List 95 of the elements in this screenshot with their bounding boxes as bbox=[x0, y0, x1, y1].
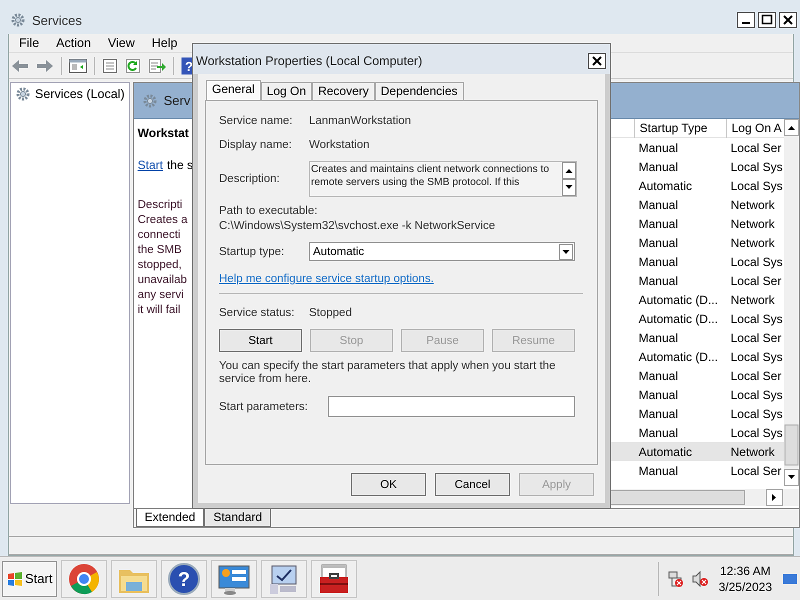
help-link[interactable]: Help me configure service startup options. bbox=[219, 273, 583, 285]
table-cell-text: Local Ser bbox=[730, 330, 782, 344]
table-cell-text: Local Sys bbox=[730, 312, 784, 326]
table-cell-text: Local Ser bbox=[730, 464, 782, 478]
clock-time[interactable]: 12:36 AM bbox=[720, 562, 771, 578]
field-label: Description: bbox=[219, 173, 281, 185]
table-cell-text: Automatic (D... bbox=[638, 350, 719, 364]
field-label: Path to executable: bbox=[219, 205, 318, 217]
properties-icon[interactable] bbox=[102, 58, 118, 74]
table-cell-text: Local Ser bbox=[730, 140, 782, 154]
table-cell-text: Manual bbox=[638, 254, 679, 268]
help-icon[interactable]: ? bbox=[166, 562, 202, 596]
field-label: Display name: bbox=[219, 139, 293, 151]
view-tab[interactable]: Standard bbox=[204, 509, 272, 527]
export-list-icon[interactable] bbox=[148, 58, 166, 74]
table-cell-text: Network bbox=[730, 444, 776, 458]
table-cell-text: Network bbox=[730, 216, 776, 230]
tree-item[interactable]: Services (Local) bbox=[11, 83, 129, 105]
table-cell-text: Manual bbox=[638, 464, 679, 478]
dialog-tab[interactable]: Recovery bbox=[312, 82, 375, 100]
start-button[interactable]: Start bbox=[2, 560, 58, 596]
start-parameters-field[interactable] bbox=[328, 396, 575, 417]
windows-flag-icon bbox=[7, 572, 23, 586]
table-cell-text: Local Sys bbox=[730, 178, 784, 192]
table-cell-text: Manual bbox=[638, 216, 679, 230]
gear-icon bbox=[142, 92, 158, 108]
back-arrow-icon[interactable] bbox=[11, 58, 29, 74]
dialog-title: Workstation Properties (Local Computer) bbox=[196, 54, 422, 68]
table-cell-text: Local Ser bbox=[730, 368, 782, 382]
minimize-button[interactable] bbox=[737, 12, 755, 28]
pane-title: Serv bbox=[164, 93, 190, 108]
dialog-tab[interactable]: Log On bbox=[260, 82, 312, 100]
table-cell-text: Automatic bbox=[638, 178, 693, 192]
gear-icon bbox=[10, 12, 26, 28]
table-cell-text: Network bbox=[730, 198, 776, 212]
table-cell-text: Manual bbox=[638, 426, 679, 440]
table-cell-text: Manual bbox=[638, 406, 679, 420]
view-tab[interactable]: Extended bbox=[136, 509, 204, 527]
table-cell-text: Manual bbox=[638, 140, 679, 154]
service-heading: Workstat bbox=[138, 126, 190, 140]
dialog-button[interactable]: OK bbox=[351, 473, 426, 496]
display-name-value: Workstation bbox=[309, 139, 370, 151]
start-link[interactable]: Start bbox=[138, 158, 163, 172]
column-header[interactable]: Startup Type bbox=[634, 118, 726, 138]
field-label: Service status: bbox=[219, 307, 296, 319]
vertical-scrollbar[interactable] bbox=[784, 119, 799, 486]
table-cell-text: Manual bbox=[638, 198, 679, 212]
table-cell-text: Manual bbox=[638, 368, 679, 382]
menu-item[interactable]: Action bbox=[56, 36, 91, 50]
clock-date[interactable]: 3/25/2023 bbox=[718, 578, 772, 594]
field-label: Service name: bbox=[219, 115, 294, 127]
table-cell-text: Local Sys bbox=[730, 350, 784, 364]
speaker-muted-icon[interactable] bbox=[690, 570, 709, 588]
table-cell-text: Local Sys bbox=[730, 388, 784, 402]
field-label: Start parameters: bbox=[219, 400, 309, 412]
dialog-button[interactable]: Cancel bbox=[435, 473, 510, 496]
table-cell-text: Local Sys bbox=[730, 254, 784, 268]
dialog-tab[interactable]: Dependencies bbox=[374, 82, 464, 100]
table-cell-text: Manual bbox=[638, 274, 679, 288]
table-cell-text: Local Sys bbox=[730, 426, 784, 440]
table-cell-text: Local Ser bbox=[730, 274, 782, 288]
table-cell-text: Manual bbox=[638, 330, 679, 344]
menu-item[interactable]: Help bbox=[152, 36, 178, 50]
window-title: Services bbox=[32, 12, 83, 28]
service-status-value: Stopped bbox=[309, 307, 352, 319]
maximize-button[interactable] bbox=[758, 12, 776, 28]
table-cell-text: Network bbox=[730, 236, 776, 250]
table-cell-text: Automatic (D... bbox=[638, 312, 719, 326]
table-cell-text: Local Sys bbox=[730, 406, 784, 420]
network-error-icon[interactable] bbox=[666, 570, 685, 588]
table-cell-text: Network bbox=[730, 292, 776, 306]
scroll-arrows-icon bbox=[562, 162, 576, 196]
service-name-value: LanmanWorkstation bbox=[309, 115, 412, 127]
description-text: Descripti Creates a connecti the SMB stopped, unavailab any servi it will fail bbox=[138, 198, 188, 318]
path-value: C:\Windows\System32\svchost.exe -k NetworkService bbox=[219, 220, 496, 232]
forward-arrow-icon[interactable] bbox=[36, 58, 54, 74]
description-field[interactable]: Creates and maintains client network connections to remote servers using the SMB protocol. If this bbox=[309, 161, 577, 197]
table-cell-text: Manual bbox=[638, 236, 679, 250]
service-button[interactable]: Start bbox=[219, 329, 302, 352]
console-tree-icon[interactable] bbox=[69, 58, 87, 74]
gear-icon bbox=[15, 86, 31, 102]
startup-type-dropdown[interactable]: Automatic bbox=[309, 242, 575, 261]
start-parameters-note: You can specify the start parameters that apply when you start the service from here. bbox=[219, 360, 556, 386]
dialog-tab[interactable]: General bbox=[206, 80, 261, 100]
field-label: Startup type: bbox=[219, 246, 286, 258]
menu-item[interactable]: View bbox=[108, 36, 135, 50]
close-button[interactable] bbox=[588, 53, 606, 69]
table-cell-text: Manual bbox=[638, 388, 679, 402]
menu-item[interactable]: File bbox=[19, 36, 40, 50]
table-cell-text: Manual bbox=[638, 160, 679, 174]
refresh-icon[interactable] bbox=[125, 58, 141, 74]
table-cell-text: Automatic (D... bbox=[638, 292, 719, 306]
table-cell-text: Local Sys bbox=[730, 160, 784, 174]
table-cell-text: Automatic bbox=[638, 444, 693, 458]
close-button[interactable] bbox=[779, 12, 797, 28]
